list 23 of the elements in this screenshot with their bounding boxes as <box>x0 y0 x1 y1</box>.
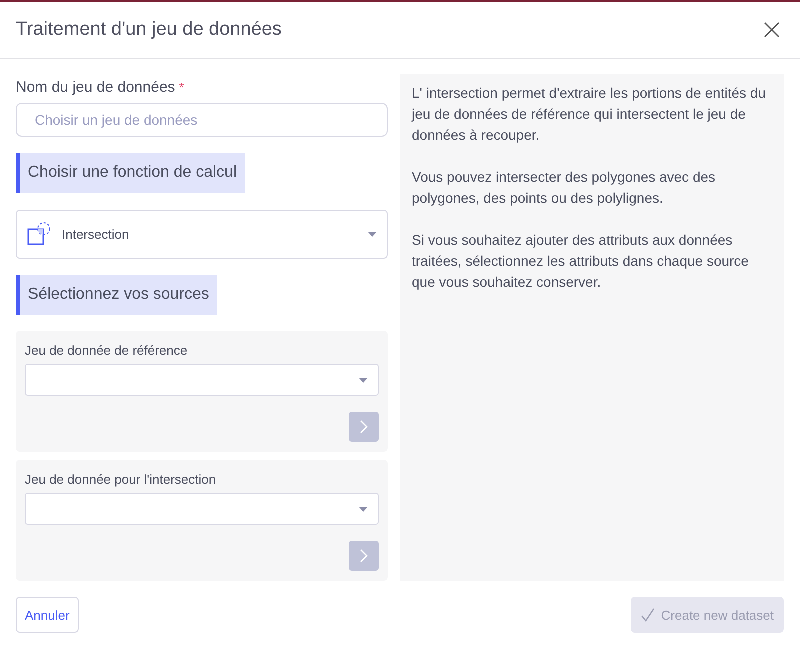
section-heading: Sélectionnez vos sources <box>16 275 218 315</box>
dialog-title: Traitement d'un jeu de données <box>16 19 282 41</box>
check-icon <box>641 608 656 622</box>
chevron-right-icon <box>360 549 368 563</box>
cancel-button[interactable]: Annuler <box>16 597 79 633</box>
function-select[interactable]: Intersection <box>16 210 388 260</box>
caret-icon <box>359 378 368 382</box>
required-mark: * <box>179 80 184 95</box>
caret-icon <box>359 506 368 512</box>
source-select[interactable] <box>25 493 379 525</box>
source-select[interactable] <box>25 364 379 396</box>
section-heading: Choisir une fonction de calcul <box>16 152 246 193</box>
source-label: Jeu de donnée pour l'intersection <box>25 472 218 487</box>
help-paragraph: Vous pouvez intersecter des polygones avec des polygones, des points ou des polylignes. <box>412 168 717 208</box>
field-label: Nom du jeu de données <box>16 79 176 96</box>
source-label: Jeu de donnée de référence <box>25 343 189 358</box>
dataset-name-input[interactable]: Choisir un jeu de données <box>16 103 388 137</box>
close-icon[interactable] <box>764 22 780 38</box>
help-paragraph: Si vous souhaitez ajouter des attributs aux données traitées, sélectionnez les attributs dans chaque source que vous souhaitez conserver. <box>412 231 750 292</box>
help-paragraph: L' intersection permet d'extraire les portions de entités du jeu de données de référence qui intersectent le jeu de données à recouper. <box>412 84 767 145</box>
intersection-icon <box>27 221 53 248</box>
chevron-right-icon <box>360 420 368 434</box>
caret-icon <box>368 232 377 237</box>
